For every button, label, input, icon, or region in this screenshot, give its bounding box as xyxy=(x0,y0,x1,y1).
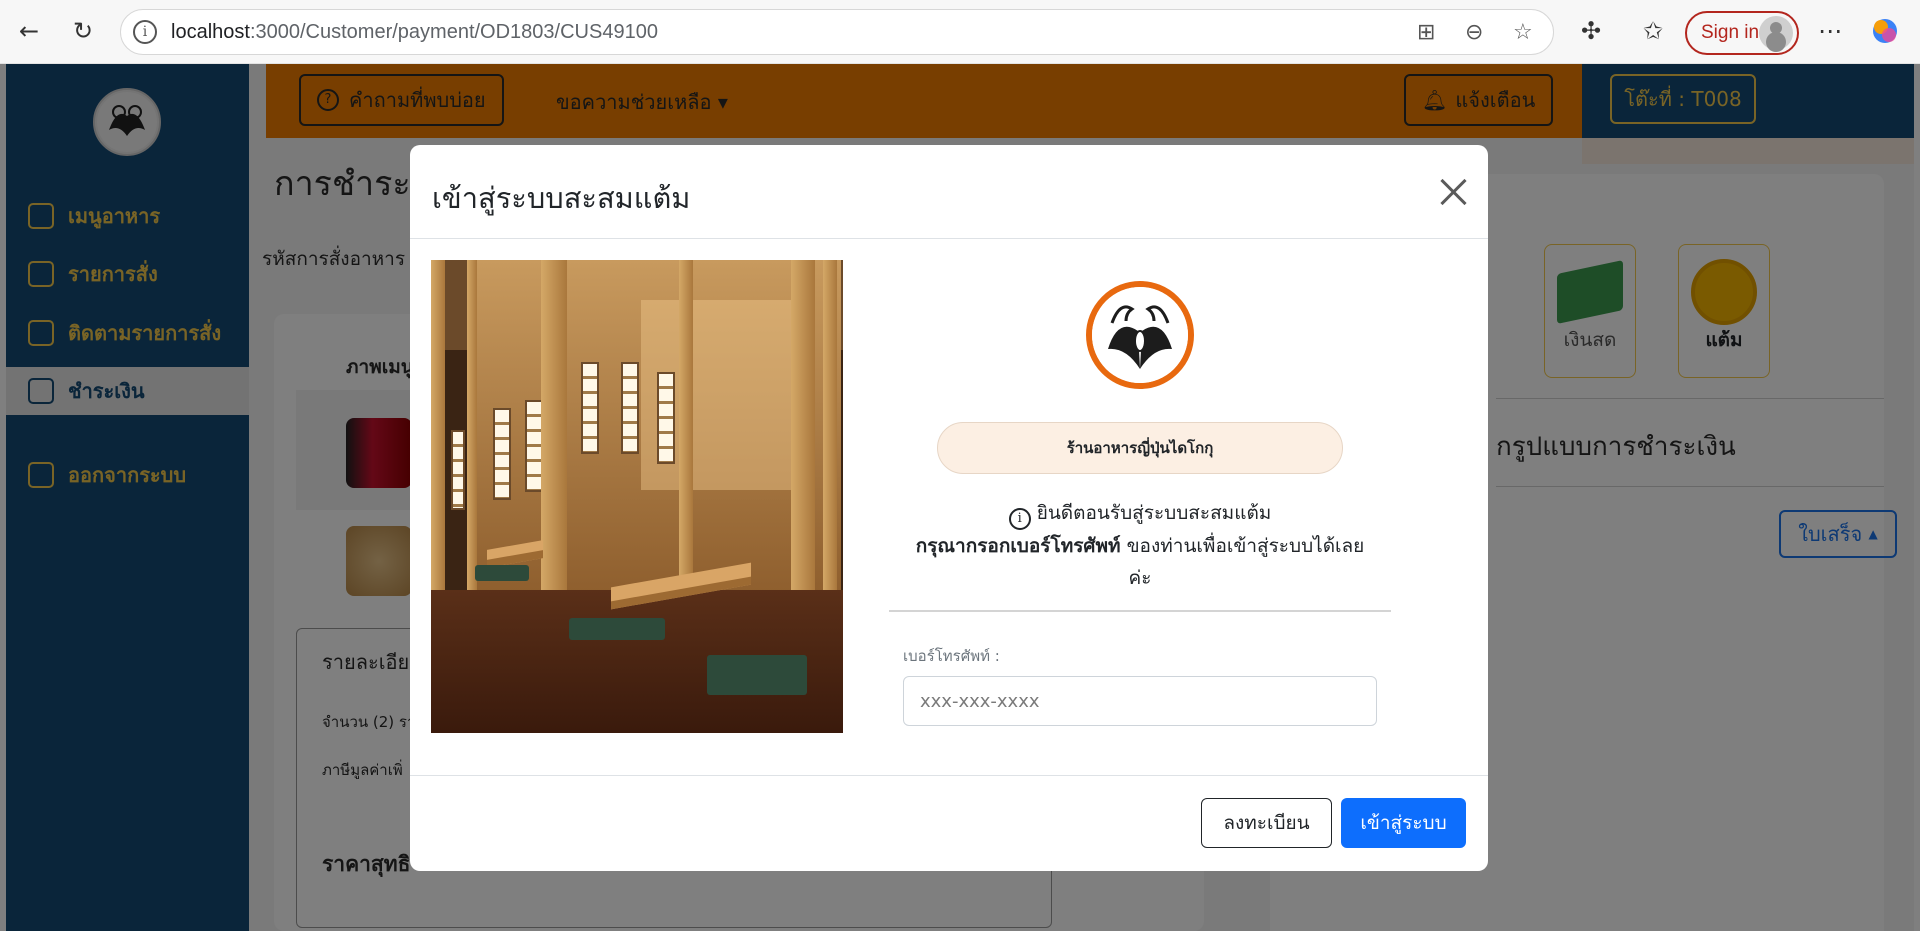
welcome-bold-text: กรุณากรอกเบอร์โทรศัพท์ xyxy=(915,535,1121,557)
sign-in-button[interactable]: Sign in xyxy=(1685,11,1799,55)
extensions-icon[interactable]: ✣ xyxy=(1574,14,1608,48)
register-button[interactable]: ลงทะเบียน xyxy=(1201,798,1332,848)
welcome-rest-text: ของท่านเพื่อเข้าสู่ระบบได้เลยค่ะ xyxy=(1120,535,1365,589)
favorites-icon[interactable]: ✩ xyxy=(1636,14,1670,48)
divider xyxy=(889,610,1391,612)
url-text: localhost:3000/Customer/payment/OD1803/C… xyxy=(171,21,658,43)
favorite-star-icon[interactable]: ☆ xyxy=(1513,20,1533,45)
app-available-icon[interactable]: ⊞ xyxy=(1417,20,1435,45)
site-info-icon[interactable]: i xyxy=(133,20,157,44)
restaurant-logo xyxy=(1086,281,1194,389)
copilot-icon[interactable] xyxy=(1868,14,1902,48)
phone-input[interactable] xyxy=(903,676,1377,726)
info-circle-icon: i xyxy=(1008,508,1031,530)
restaurant-interior-photo xyxy=(431,260,843,733)
profile-avatar-icon xyxy=(1759,16,1793,50)
login-button[interactable]: เข้าสู่ระบบ xyxy=(1341,798,1466,848)
modal-title: เข้าสู่ระบบสะสมแต้ม xyxy=(432,181,691,215)
store-name-badge: ร้านอาหารญี่ปุ่นไดโกกุ xyxy=(937,422,1343,474)
back-arrow-icon[interactable]: ← xyxy=(12,14,46,48)
close-icon[interactable] xyxy=(1436,175,1470,209)
welcome-message: i ยินดีตอนรับสู่ระบบสะสมแต้ม กรุณากรอกเบอ… xyxy=(915,502,1365,589)
more-menu-icon[interactable]: ⋯ xyxy=(1813,14,1847,48)
zoom-out-icon[interactable]: ⊖ xyxy=(1465,20,1483,45)
address-bar[interactable]: i localhost:3000/Customer/payment/OD1803… xyxy=(120,9,1554,55)
points-login-modal: เข้าสู่ระบบสะสมแต้ม ร้านอาหารญี่ปุ่นไดโก… xyxy=(410,145,1488,871)
reload-icon[interactable]: ↻ xyxy=(66,14,100,48)
modal-header: เข้าสู่ระบบสะสมแต้ม xyxy=(410,145,1488,239)
browser-toolbar: ← ↻ i localhost:3000/Customer/payment/OD… xyxy=(0,0,1920,64)
phone-label: เบอร์โทรศัพท์ : xyxy=(903,647,1000,665)
